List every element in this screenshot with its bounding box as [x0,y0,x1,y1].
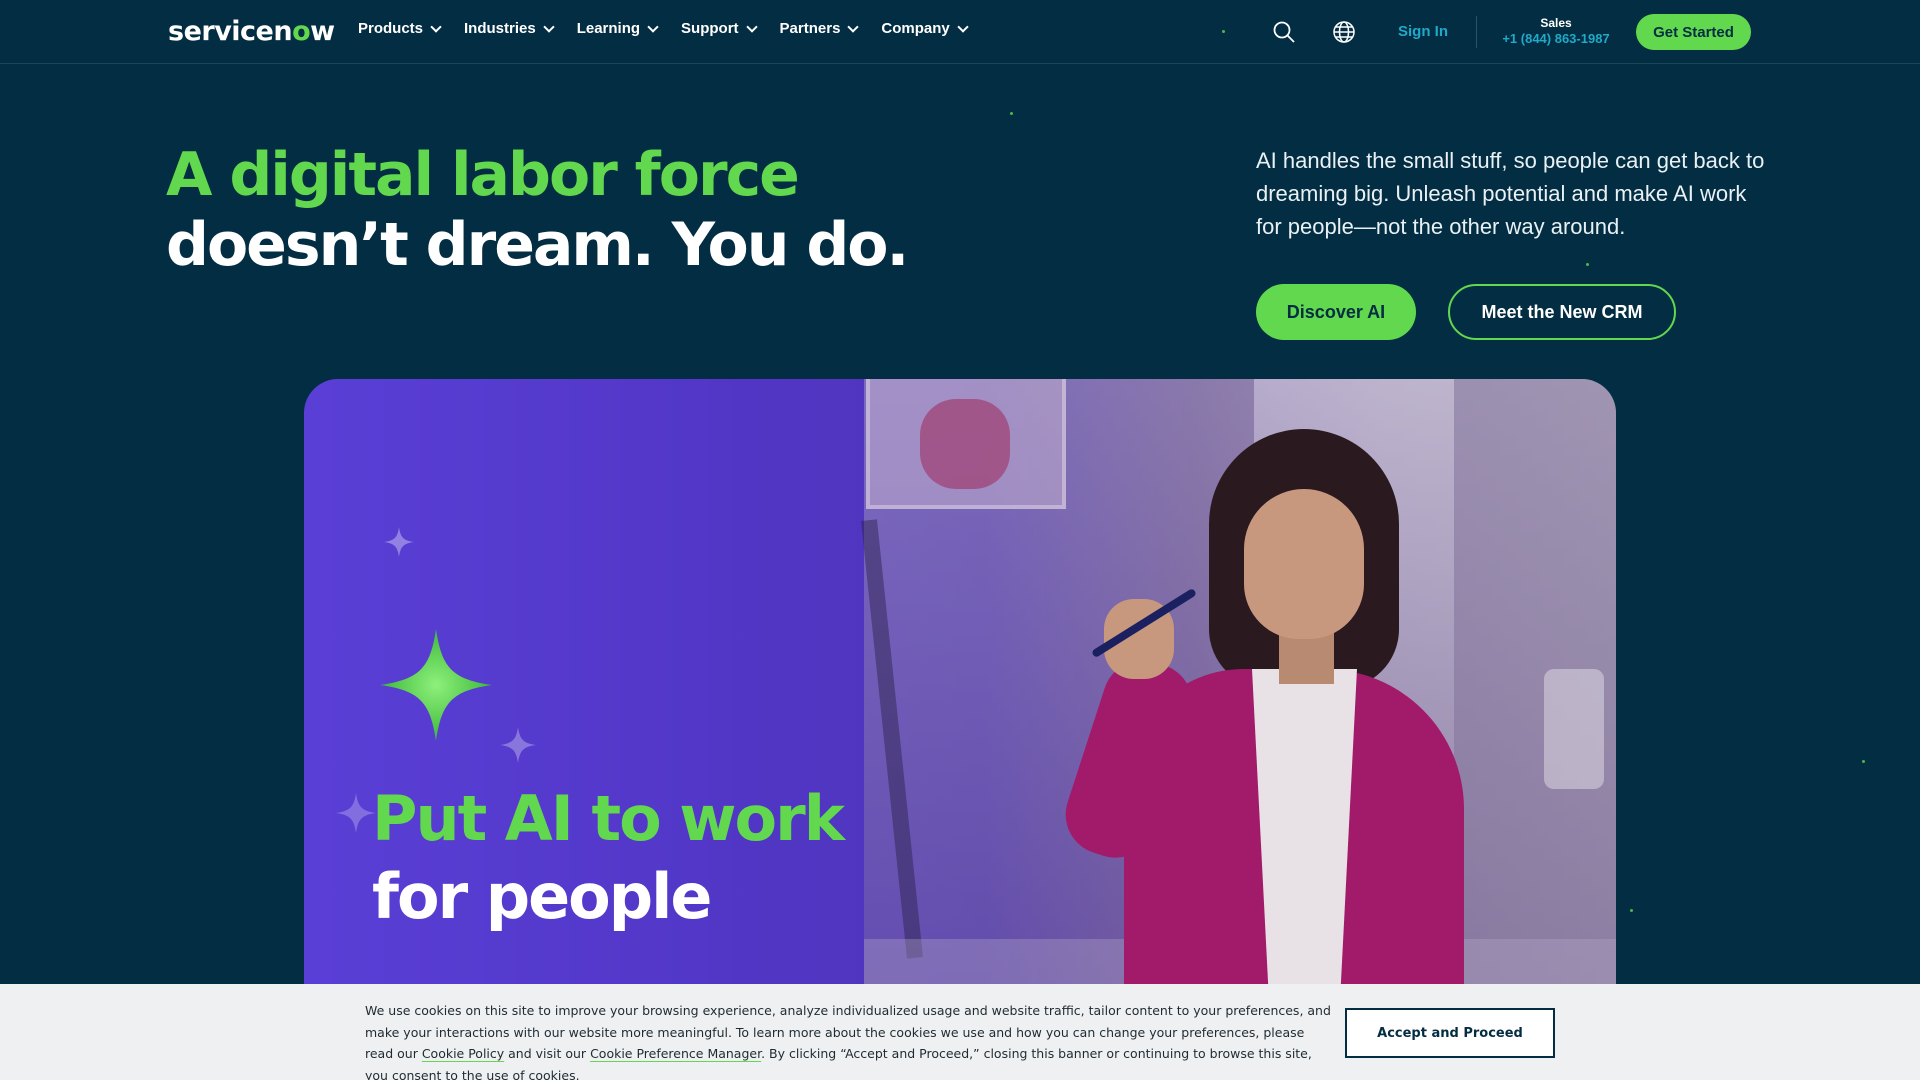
accept-and-proceed-button[interactable]: Accept and Proceed [1345,1008,1555,1058]
globe-icon[interactable] [1332,20,1356,44]
get-started-button[interactable]: Get Started [1636,14,1751,50]
chevron-down-icon [543,20,555,33]
decorative-dot [1862,760,1865,763]
banner-title-line1: Put AI to work [372,782,845,855]
decorative-dot [1222,30,1225,33]
nav-industries[interactable]: Industries [464,20,555,37]
servicenow-logo[interactable]: servicenow [168,16,335,47]
nav-learning-label: Learning [576,20,641,37]
cookie-text: We use cookies on this site to improve y… [365,1000,1335,1080]
decorative-dot [1630,909,1633,912]
chevron-down-icon [957,20,969,33]
sign-in-link[interactable]: Sign In [1398,23,1448,40]
decorative-dot [1586,263,1589,266]
nav-products[interactable]: Products [358,20,442,37]
sales-label: Sales [1540,16,1572,30]
sparkle-icon [336,793,376,833]
hero-title-line1: A digital labor force [166,140,800,210]
top-navigation: servicenow Products Industries Learning … [0,0,1920,64]
cookie-preference-manager-link[interactable]: Cookie Preference Manager [590,1046,761,1061]
chevron-down-icon [647,20,659,33]
logo-text-suffix: w [310,16,335,47]
nav-learning[interactable]: Learning [576,20,659,37]
header-divider [1476,16,1477,48]
green-sparkle-icon [380,629,492,741]
cookie-text-part2: and visit our [504,1046,591,1061]
logo-accent-o: o [292,16,311,47]
hero-description: AI handles the small stuff, so people ca… [1256,148,1765,239]
nav-support[interactable]: Support [681,20,758,37]
nav-partners-label: Partners [779,20,841,37]
meet-new-crm-button[interactable]: Meet the New CRM [1448,284,1676,340]
kettle [1544,669,1604,789]
decorative-dot [1010,112,1013,115]
sales-phone[interactable]: +1 (844) 863-1987 [1496,31,1616,46]
nav-support-label: Support [681,20,739,37]
wall-painting [866,379,1066,509]
banner-title: Put AI to work for people [372,780,845,936]
hero-title-line2: doesn’t dream. You do. [166,210,909,280]
sparkle-icon [384,527,414,557]
hero-banner-image[interactable] [304,379,1616,1079]
logo-text-prefix: servicen [168,16,293,47]
chevron-down-icon [430,20,442,33]
banner-title-line2: for people [372,860,712,933]
nav-company-label: Company [881,20,950,37]
sparkle-icon [500,727,536,763]
chevron-down-icon [745,20,758,33]
woman-portrait [1055,429,1464,1079]
cookie-banner: We use cookies on this site to improve y… [0,984,1920,1080]
nav-industries-label: Industries [464,20,536,37]
chevron-down-icon [847,20,860,33]
nav-company[interactable]: Company [881,20,969,37]
sales-contact[interactable]: Sales +1 (844) 863-1987 [1496,16,1616,46]
face [1244,489,1364,639]
nav-partners[interactable]: Partners [779,20,860,37]
discover-ai-button[interactable]: Discover AI [1256,284,1416,340]
cookie-policy-link[interactable]: Cookie Policy [422,1046,504,1061]
search-icon[interactable] [1272,20,1296,44]
nav-products-label: Products [358,20,424,37]
painting-art [920,399,1010,489]
hero-title: A digital labor force doesn’t dream. You… [166,140,909,280]
main-nav: Products Industries Learning Support Par… [358,20,991,37]
